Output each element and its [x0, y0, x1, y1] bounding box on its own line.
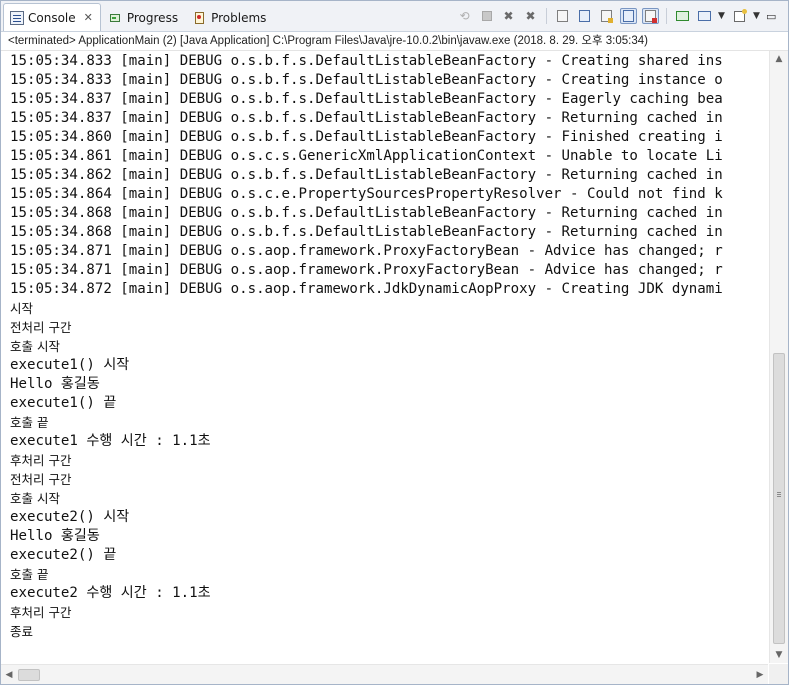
show-on-stdout-icon[interactable] — [620, 8, 637, 24]
horizontal-scroll-thumb[interactable] — [18, 669, 40, 681]
scroll-lock-icon[interactable] — [576, 8, 593, 24]
console-line: 15:05:34.833 [main] DEBUG o.s.b.f.s.Defa… — [10, 72, 723, 88]
console-line: 15:05:34.862 [main] DEBUG o.s.b.f.s.Defa… — [10, 167, 723, 183]
view-tab-bar: Console ✕ Progress Problems ⟲ ✖ ✖ ▼ ▼ ▭ — [1, 1, 788, 32]
terminate-icon[interactable] — [478, 8, 495, 24]
console-line: Hello 홍길동 — [10, 376, 100, 392]
console-line: 호출 시작 — [10, 491, 60, 506]
remove-terminated-icon[interactable]: ✖ — [500, 8, 517, 24]
console-line: 15:05:34.872 [main] DEBUG o.s.aop.framew… — [10, 281, 723, 297]
console-line: execute2() 끝 — [10, 547, 117, 563]
console-line: 15:05:34.864 [main] DEBUG o.s.c.e.Proper… — [10, 186, 723, 202]
minimize-icon[interactable]: ▭ — [766, 10, 778, 23]
progress-icon — [109, 11, 123, 25]
console-line: execute2 수행 시간 : 1.1초 — [10, 585, 211, 601]
vertical-scroll-thumb[interactable] — [773, 353, 785, 644]
console-view: Console ✕ Progress Problems ⟲ ✖ ✖ ▼ ▼ ▭ … — [0, 0, 789, 685]
console-line: 15:05:34.868 [main] DEBUG o.s.b.f.s.Defa… — [10, 224, 723, 240]
console-line: 15:05:34.868 [main] DEBUG o.s.b.f.s.Defa… — [10, 205, 723, 221]
problems-icon — [193, 11, 207, 25]
console-line: 후처리 구간 — [10, 605, 72, 620]
horizontal-scrollbar[interactable]: ◀ ▶ — [1, 664, 768, 684]
open-console-icon[interactable] — [731, 8, 748, 24]
close-icon[interactable]: ✕ — [84, 11, 93, 24]
console-line: 후처리 구간 — [10, 453, 72, 468]
console-line: Hello 홍길동 — [10, 528, 100, 544]
scrollbar-corner — [769, 664, 788, 684]
console-output: 15:05:34.833 [main] DEBUG o.s.b.f.s.Defa… — [1, 51, 768, 641]
chevron-down-icon[interactable]: ▼ — [753, 11, 761, 21]
remove-all-terminated-icon[interactable]: ✖ — [522, 8, 539, 24]
tab-console[interactable]: Console ✕ — [3, 3, 101, 31]
toolbar-separator — [666, 8, 667, 24]
scroll-left-arrow-icon[interactable]: ◀ — [1, 665, 17, 685]
console-toolbar: ⟲ ✖ ✖ ▼ ▼ ▭ — [456, 8, 778, 24]
display-selected-console-icon[interactable] — [696, 8, 713, 24]
vertical-scrollbar[interactable]: ▲ ▼ — [769, 51, 788, 663]
console-icon — [10, 10, 24, 25]
console-line: execute1() 시작 — [10, 357, 130, 373]
scroll-up-arrow-icon[interactable]: ▲ — [770, 51, 788, 67]
console-line: execute2() 시작 — [10, 509, 130, 525]
tab-problems-label: Problems — [211, 11, 267, 25]
tab-progress-label: Progress — [126, 11, 179, 25]
console-line: 15:05:34.871 [main] DEBUG o.s.aop.framew… — [10, 262, 723, 278]
console-line: 호출 끝 — [10, 567, 49, 582]
console-line: 15:05:34.837 [main] DEBUG o.s.b.f.s.Defa… — [10, 110, 723, 126]
tab-problems[interactable]: Problems — [187, 5, 273, 31]
scroll-down-arrow-icon[interactable]: ▼ — [770, 647, 788, 663]
show-on-stderr-icon[interactable] — [642, 8, 659, 24]
console-line: 15:05:34.833 [main] DEBUG o.s.b.f.s.Defa… — [10, 53, 723, 69]
console-line: 시작 — [10, 301, 34, 316]
toolbar-separator — [546, 8, 547, 24]
scroll-right-arrow-icon[interactable]: ▶ — [752, 665, 768, 685]
console-line: 15:05:34.860 [main] DEBUG o.s.b.f.s.Defa… — [10, 129, 723, 145]
console-line: 전처리 구간 — [10, 320, 72, 335]
console-line: 종료 — [10, 624, 34, 639]
console-line: 15:05:34.837 [main] DEBUG o.s.b.f.s.Defa… — [10, 91, 723, 107]
word-wrap-icon[interactable] — [598, 8, 615, 24]
console-line: 호출 시작 — [10, 339, 60, 354]
pin-console-icon[interactable] — [674, 8, 691, 24]
tab-console-label: Console — [28, 10, 76, 25]
console-line: 전처리 구간 — [10, 472, 72, 487]
remove-launch-icon[interactable]: ⟲ — [456, 8, 473, 24]
chevron-down-icon[interactable]: ▼ — [718, 11, 726, 21]
clear-console-icon[interactable] — [554, 8, 571, 24]
process-status-line: <terminated> ApplicationMain (2) [Java A… — [1, 32, 788, 51]
console-line: 15:05:34.871 [main] DEBUG o.s.aop.framew… — [10, 243, 723, 259]
console-output-area[interactable]: 15:05:34.833 [main] DEBUG o.s.b.f.s.Defa… — [1, 51, 768, 663]
console-line: 15:05:34.861 [main] DEBUG o.s.c.s.Generi… — [10, 148, 723, 164]
console-line: execute1 수행 시간 : 1.1초 — [10, 433, 211, 449]
console-line: execute1() 끝 — [10, 395, 117, 411]
console-line: 호출 끝 — [10, 415, 49, 430]
tab-progress[interactable]: Progress — [103, 5, 185, 31]
